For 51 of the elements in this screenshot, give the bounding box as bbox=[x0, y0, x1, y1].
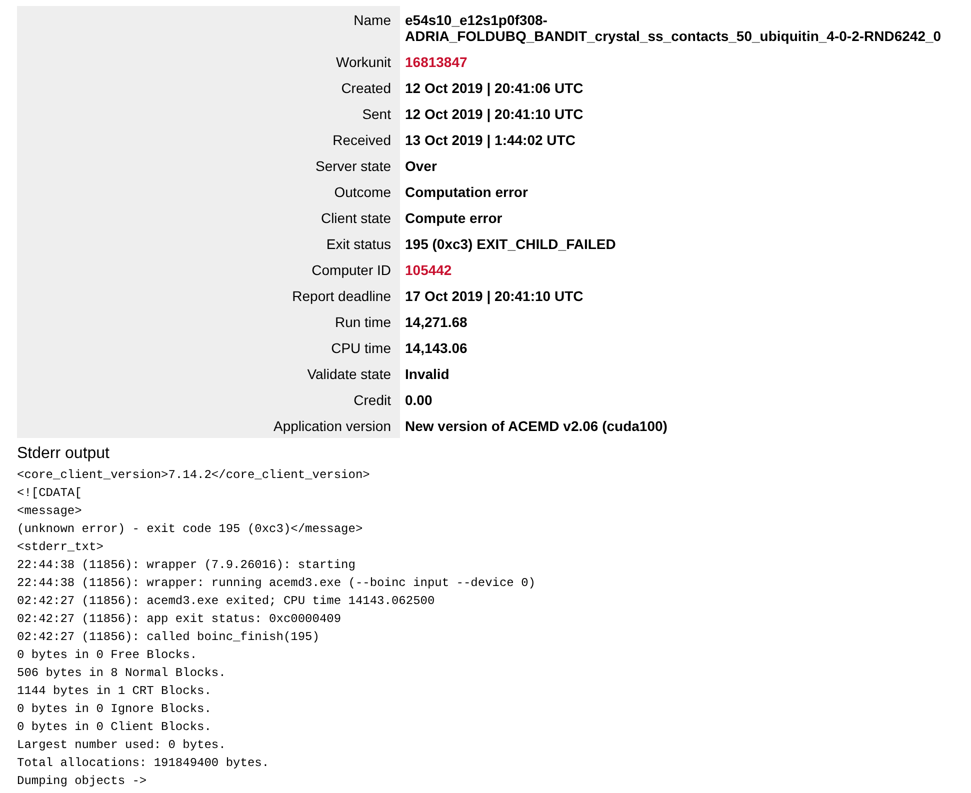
log-line: <core_client_version>7.14.2</core_client_version> bbox=[17, 467, 370, 484]
field-value: 12 Oct 2019 | 20:41:10 UTC bbox=[405, 106, 584, 122]
field-value: 0.00 bbox=[405, 392, 432, 408]
log-line: 506 bytes in 8 Normal Blocks. bbox=[17, 665, 226, 682]
field-value: 14,143.06 bbox=[405, 340, 468, 356]
field-label: Client state bbox=[320, 210, 391, 226]
value-link[interactable]: 105442 bbox=[405, 262, 452, 278]
field-label: Server state bbox=[316, 158, 391, 174]
value-link[interactable]: 16813847 bbox=[405, 54, 468, 70]
field-label: Exit status bbox=[326, 236, 391, 252]
field-value: Over bbox=[405, 158, 437, 174]
log-line: 0 bytes in 0 Client Blocks. bbox=[17, 719, 212, 736]
log-line: Total allocations: 191849400 bytes. bbox=[17, 755, 270, 772]
field-value: 12 Oct 2019 | 20:41:06 UTC bbox=[405, 80, 584, 96]
field-label: Outcome bbox=[334, 184, 391, 200]
field-label: Workunit bbox=[336, 54, 391, 70]
field-value: 14,271.68 bbox=[405, 314, 468, 330]
log-line: 02:42:27 (11856): app exit status: 0xc0000409 bbox=[17, 611, 342, 628]
field-label: Application version bbox=[273, 418, 391, 434]
log-line: (unknown error) - exit code 195 (0xc3)</message> bbox=[17, 521, 363, 538]
log-line: 02:42:27 (11856): called boinc_finish(195) bbox=[17, 629, 320, 646]
log-line: 22:44:38 (11856): wrapper: running acemd3.exe (--boinc input --device 0) bbox=[17, 575, 536, 592]
log-line: 0 bytes in 0 Free Blocks. bbox=[17, 647, 198, 664]
field-value: Computation error bbox=[405, 184, 528, 200]
log-line: 1144 bytes in 1 CRT Blocks. bbox=[17, 683, 212, 700]
field-label: Computer ID bbox=[312, 262, 391, 278]
field-label: Validate state bbox=[307, 366, 391, 382]
field-label: Received bbox=[332, 132, 391, 148]
field-label: Name bbox=[354, 12, 391, 28]
log-line: 02:42:27 (11856): acemd3.exe exited; CPU time 14143.062500 bbox=[17, 593, 435, 610]
field-label: Sent bbox=[362, 106, 391, 122]
log-line: 0 bytes in 0 Ignore Blocks. bbox=[17, 701, 212, 718]
field-value: 13 Oct 2019 | 1:44:02 UTC bbox=[405, 132, 576, 148]
field-label: Credit bbox=[354, 392, 391, 408]
field-value: 17 Oct 2019 | 20:41:10 UTC bbox=[405, 288, 584, 304]
log-line: 22:44:38 (11856): wrapper (7.9.26016): starting bbox=[17, 557, 356, 574]
field-value: New version of ACEMD v2.06 (cuda100) bbox=[405, 418, 668, 434]
field-label: Run time bbox=[334, 314, 391, 330]
field-label: Created bbox=[341, 80, 391, 96]
field-value: Compute error bbox=[405, 210, 502, 226]
log-line: Dumping objects -> bbox=[17, 773, 147, 790]
field-value: Invalid bbox=[405, 366, 450, 382]
log-line: <![CDATA[ bbox=[17, 485, 82, 502]
log-line: <message> bbox=[17, 503, 82, 520]
log-line: <stderr_txt> bbox=[17, 539, 104, 556]
field-value: 195 (0xc3) EXIT_CHILD_FAILED bbox=[405, 236, 616, 252]
field-label: CPU time bbox=[331, 340, 391, 356]
field-label: Report deadline bbox=[292, 288, 391, 304]
log-line: Largest number used: 0 bytes. bbox=[17, 737, 226, 754]
section-title: Stderr output bbox=[17, 444, 110, 464]
field-value: e54s10_e12s1p0f308-ADRIA_FOLDUBQ_BANDIT_crystal_ss_contacts_50_ubiquitin_4-0-2-RND6242_0 bbox=[405, 12, 942, 44]
